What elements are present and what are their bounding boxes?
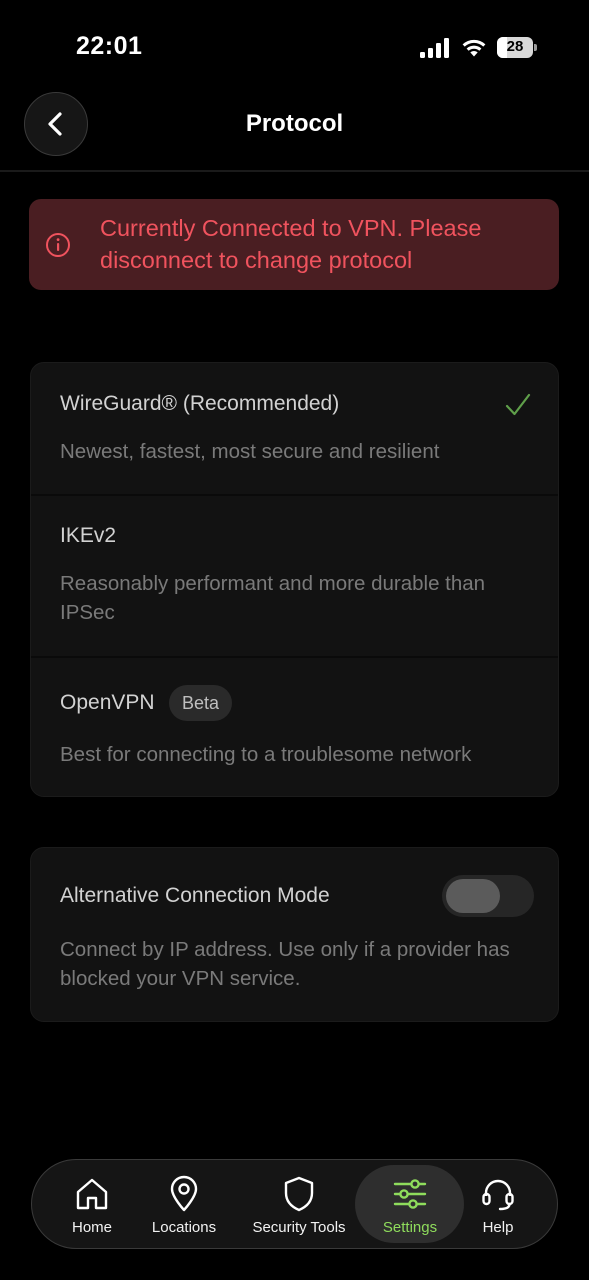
protocol-description: Newest, fastest, most secure and resilie… <box>60 440 440 463</box>
sliders-icon <box>393 1179 427 1209</box>
alternative-mode-title: Alternative Connection Mode <box>60 884 330 907</box>
protocol-option-wireguard[interactable]: WireGuard® (Recommended) Newest, fastest… <box>31 363 558 494</box>
location-pin-icon <box>170 1175 198 1212</box>
checkmark-icon <box>505 393 531 416</box>
divider <box>31 656 558 658</box>
page-title: Protocol <box>245 110 344 137</box>
tab-settings[interactable]: Settings <box>365 1160 455 1248</box>
protocol-description: Best for connecting to a troublesome net… <box>60 743 472 766</box>
tab-label: Security Tools <box>252 1219 346 1236</box>
status-time: 22:01 <box>76 32 143 60</box>
bottom-tab-bar: Home Locations Security Tools Settings H… <box>31 1159 558 1249</box>
headset-icon <box>482 1179 514 1211</box>
shield-icon <box>284 1176 314 1212</box>
home-icon <box>76 1178 108 1210</box>
tab-label: Home <box>71 1219 112 1236</box>
alternative-mode-description: Connect by IP address. Use only if a pro… <box>60 938 510 990</box>
tab-locations[interactable]: Locations <box>141 1160 227 1248</box>
tab-label: Locations <box>151 1219 217 1236</box>
tab-label: Settings <box>382 1219 438 1236</box>
protocol-description: Reasonably performant and more durable t… <box>60 572 486 624</box>
status-bar: 22:01 28 <box>0 0 589 90</box>
tab-label: Help <box>482 1219 514 1236</box>
tab-security-tools[interactable]: Security Tools <box>240 1160 358 1248</box>
alternative-connection-card: Alternative Connection Mode Connect by I… <box>30 847 559 1022</box>
protocol-title: WireGuard® (Recommended) <box>60 392 340 415</box>
protocol-title: OpenVPN <box>60 691 155 714</box>
header-divider <box>0 170 589 172</box>
alternative-mode-toggle[interactable] <box>442 875 534 917</box>
beta-badge: Beta <box>169 685 233 721</box>
wifi-icon <box>462 39 486 57</box>
info-circle-icon <box>46 233 70 257</box>
tab-home[interactable]: Home <box>56 1160 128 1248</box>
battery-indicator: 28 <box>497 37 537 58</box>
tab-help[interactable]: Help <box>470 1160 526 1248</box>
protocol-list: WireGuard® (Recommended) Newest, fastest… <box>30 362 559 797</box>
battery-level: 28 <box>506 38 524 55</box>
cellular-signal-icon <box>420 38 449 58</box>
protocol-option-ikev2[interactable]: IKEv2 Reasonably performant and more dur… <box>31 496 558 656</box>
banner-message: Currently Connected to VPN. Please disco… <box>100 215 482 273</box>
protocol-title: IKEv2 <box>60 524 117 547</box>
toggle-knob <box>446 879 500 913</box>
